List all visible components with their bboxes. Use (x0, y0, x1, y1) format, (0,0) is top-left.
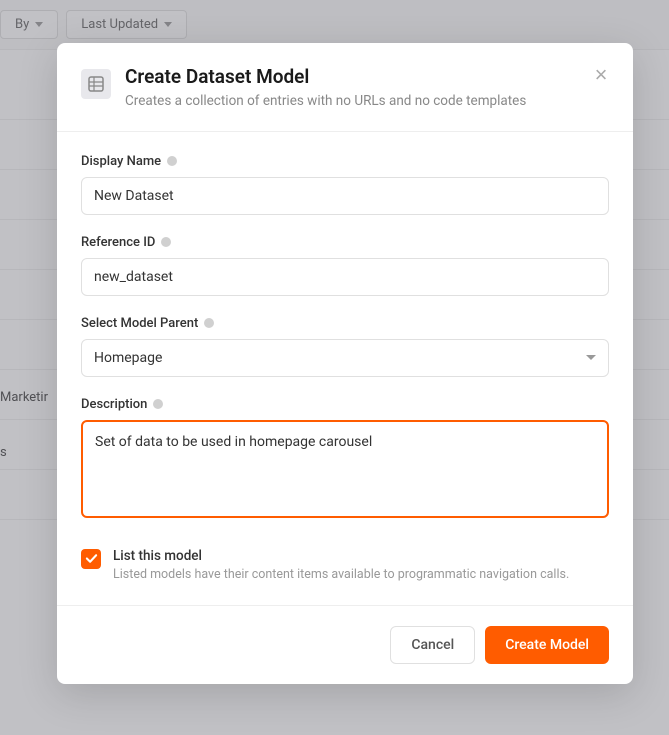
checkmark-icon (85, 552, 98, 565)
checkbox-title: List this model (113, 548, 609, 564)
info-icon[interactable] (204, 318, 214, 328)
create-model-button[interactable]: Create Model (485, 626, 609, 664)
description-textarea[interactable] (81, 420, 609, 518)
create-dataset-modal: Create Dataset Model Creates a collectio… (57, 43, 633, 684)
close-icon: × (595, 64, 608, 86)
description-group: Description (81, 397, 609, 522)
label-text: Select Model Parent (81, 316, 198, 331)
modal-header: Create Dataset Model Creates a collectio… (57, 43, 633, 131)
parent-label: Select Model Parent (81, 316, 609, 331)
label-text: Display Name (81, 154, 161, 169)
display-name-label: Display Name (81, 154, 609, 169)
modal-title: Create Dataset Model (125, 65, 526, 88)
checkbox-description: Listed models have their content items a… (113, 566, 609, 584)
close-button[interactable]: × (589, 63, 613, 87)
parent-select[interactable]: Homepage (81, 339, 609, 377)
chevron-down-icon (586, 355, 596, 360)
reference-id-group: Reference ID (81, 235, 609, 296)
parent-group: Select Model Parent Homepage (81, 316, 609, 377)
info-icon[interactable] (161, 237, 171, 247)
label-text: Description (81, 397, 147, 412)
reference-id-input[interactable] (81, 258, 609, 296)
cancel-button[interactable]: Cancel (390, 626, 475, 664)
modal-subtitle: Creates a collection of entries with no … (125, 92, 526, 111)
description-label: Description (81, 397, 609, 412)
list-model-checkbox[interactable] (81, 549, 101, 569)
info-icon[interactable] (153, 399, 163, 409)
info-icon[interactable] (167, 156, 177, 166)
label-text: Reference ID (81, 235, 155, 250)
modal-footer: Cancel Create Model (57, 605, 633, 684)
display-name-input[interactable] (81, 177, 609, 215)
display-name-group: Display Name (81, 154, 609, 215)
reference-id-label: Reference ID (81, 235, 609, 250)
checkbox-text-container: List this model Listed models have their… (113, 548, 609, 584)
modal-body: Display Name Reference ID Select Model P… (57, 132, 633, 606)
modal-header-text: Create Dataset Model Creates a collectio… (125, 65, 526, 111)
list-model-checkbox-row: List this model Listed models have their… (81, 548, 609, 584)
dataset-icon (81, 69, 111, 99)
select-value: Homepage (94, 350, 162, 366)
